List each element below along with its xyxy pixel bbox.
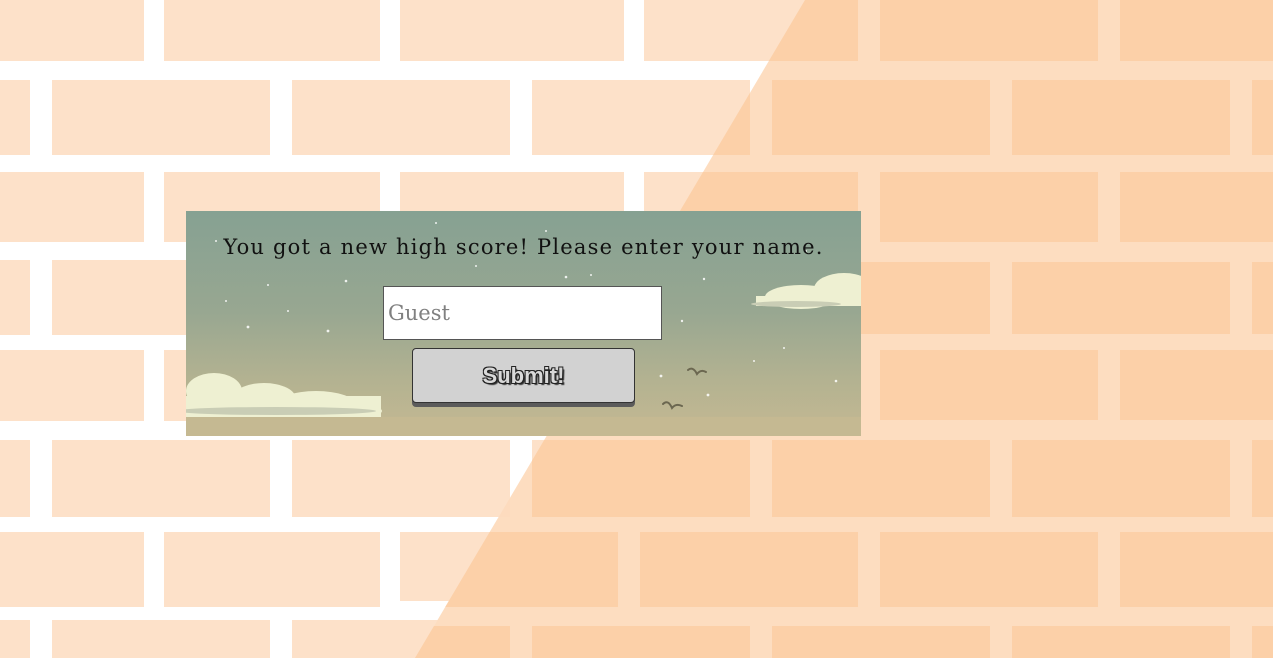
high-score-dialog: You got a new high score! Please enter y… bbox=[186, 211, 861, 436]
submit-button[interactable]: Submit! bbox=[412, 348, 635, 403]
ground-strip bbox=[186, 417, 861, 436]
high-score-prompt: You got a new high score! Please enter y… bbox=[223, 235, 824, 259]
birds bbox=[662, 367, 779, 426]
cloud-right-shadow bbox=[751, 301, 841, 307]
player-name-input[interactable] bbox=[383, 286, 662, 340]
